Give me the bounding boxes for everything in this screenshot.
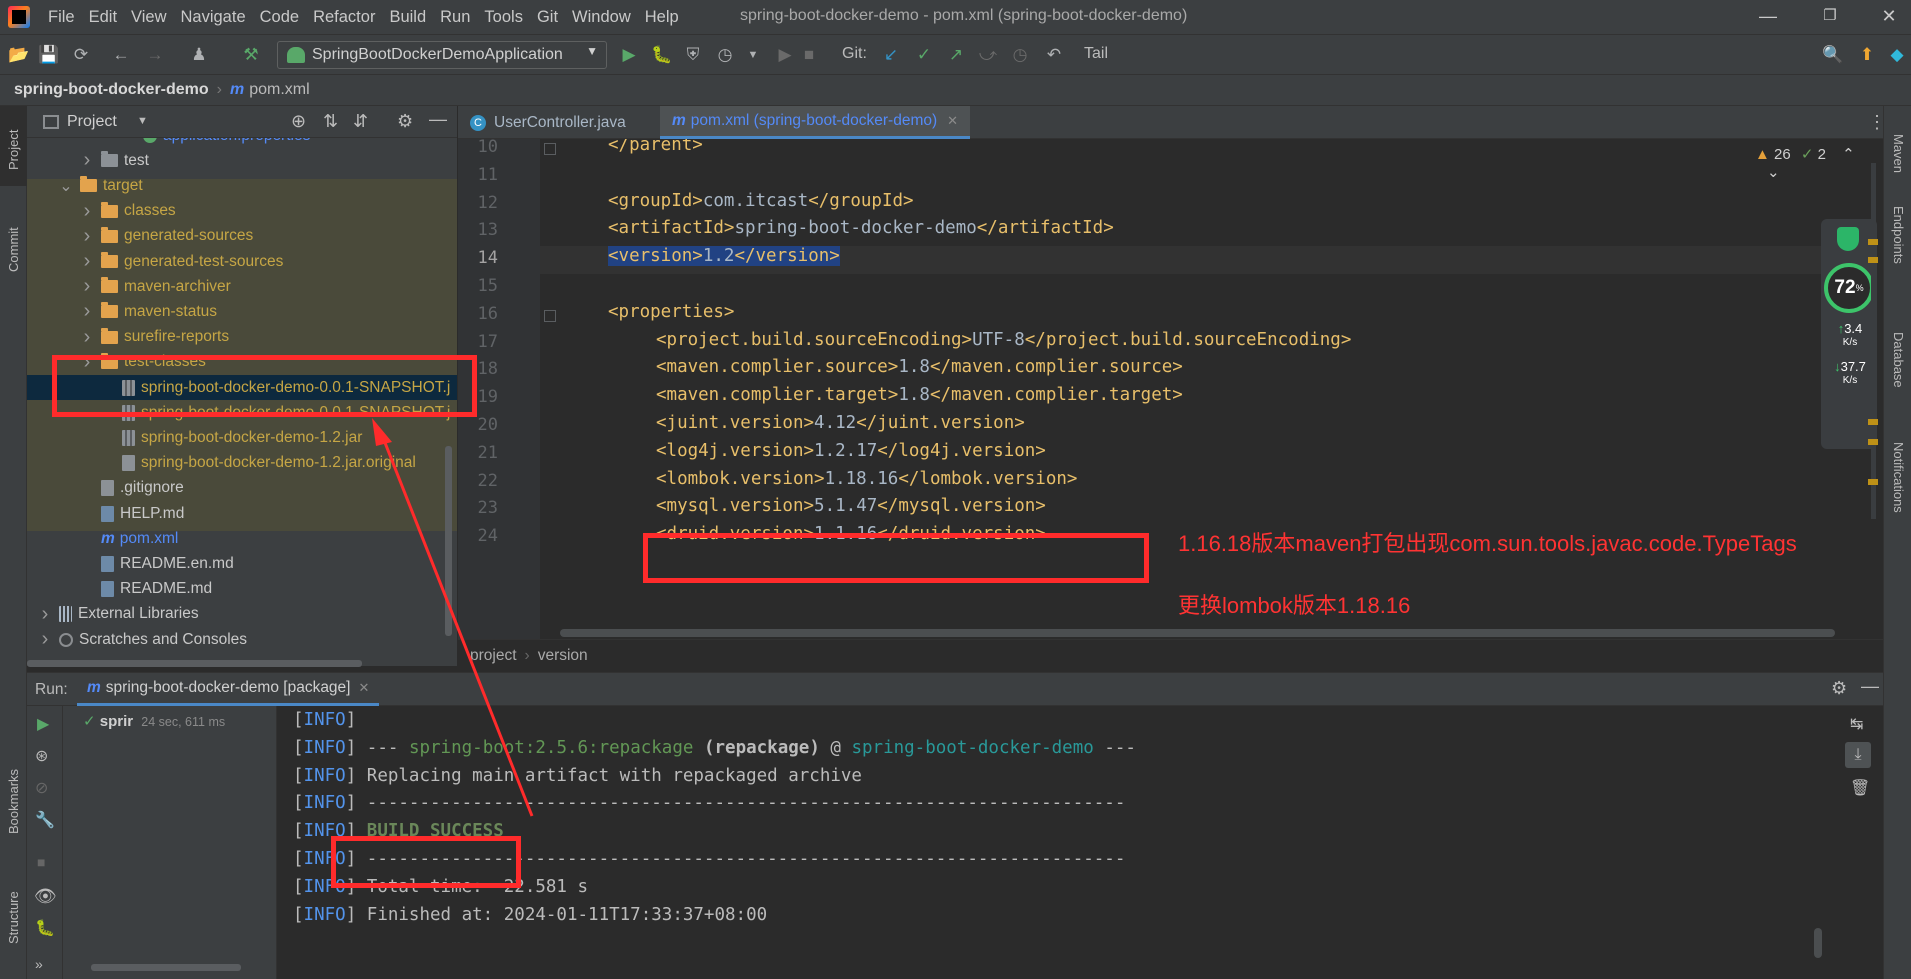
annotation-note-error: 1.16.18版本maven打包出现com.sun.tools.javac.co… — [1178, 531, 1797, 556]
annotation-note-fix: 更换lombok版本1.18.16 — [1178, 593, 1411, 618]
annotation-arrow — [372, 418, 534, 817]
